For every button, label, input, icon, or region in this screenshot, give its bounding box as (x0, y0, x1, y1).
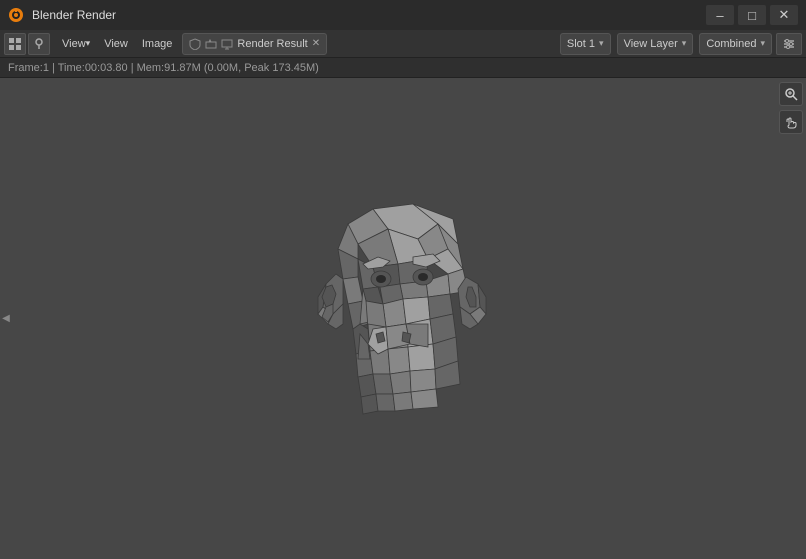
editor-type-icon[interactable] (4, 33, 26, 55)
monkey-render: .face { fill: #888; stroke: #3a3a3a; str… (218, 129, 558, 509)
editor-type-group (4, 33, 50, 55)
right-toolbar (776, 78, 806, 559)
combined-selector[interactable]: Combined ▾ (699, 33, 772, 55)
close-render-icon[interactable]: ✕ (312, 38, 320, 49)
blender-logo-icon (8, 7, 24, 23)
image-menu[interactable]: Image (136, 33, 179, 55)
status-text: Frame:1 | Time:00:03.80 | Mem:91.87M (0.… (8, 62, 319, 74)
options-icon[interactable] (776, 33, 802, 55)
maximize-button[interactable]: □ (738, 5, 766, 25)
slot-arrow-icon: ▾ (599, 38, 604, 49)
title-bar: Blender Render – □ ✕ (0, 0, 806, 30)
window-controls: – □ ✕ (706, 5, 798, 25)
folder-icon (205, 38, 217, 50)
view-menu-1[interactable]: View (56, 33, 96, 55)
zoom-icon (784, 87, 798, 101)
minimize-button[interactable]: – (706, 5, 734, 25)
hand-icon (784, 115, 798, 129)
viewport[interactable]: ◀ .face { fill: #888; stroke: #3a3a3a; s… (0, 78, 806, 559)
shield-icon (189, 38, 201, 50)
render-result-label: Render Result (237, 38, 307, 50)
window-title: Blender Render (32, 8, 698, 22)
monitor-icon (221, 38, 233, 50)
menu-bar: View View Image Render Result ✕ Slot 1 ▾… (0, 30, 806, 58)
pin-icon[interactable] (28, 33, 50, 55)
pan-button[interactable] (779, 110, 803, 134)
slot-selector[interactable]: Slot 1 ▾ (560, 33, 611, 55)
view-menu-2[interactable]: View (98, 33, 134, 55)
combined-arrow-icon: ▾ (760, 38, 765, 49)
combined-label: Combined (706, 38, 756, 50)
view-layer-label: View Layer (624, 38, 678, 50)
settings-icon (782, 37, 796, 51)
slot-label: Slot 1 (567, 38, 595, 50)
render-area: .face { fill: #888; stroke: #3a3a3a; str… (0, 78, 776, 559)
render-result-selector[interactable]: Render Result ✕ (182, 33, 327, 55)
close-button[interactable]: ✕ (770, 5, 798, 25)
view-layer-arrow-icon: ▾ (682, 38, 687, 49)
view-layer-selector[interactable]: View Layer ▾ (617, 33, 694, 55)
zoom-button[interactable] (779, 82, 803, 106)
status-bar: Frame:1 | Time:00:03.80 | Mem:91.87M (0.… (0, 58, 806, 78)
